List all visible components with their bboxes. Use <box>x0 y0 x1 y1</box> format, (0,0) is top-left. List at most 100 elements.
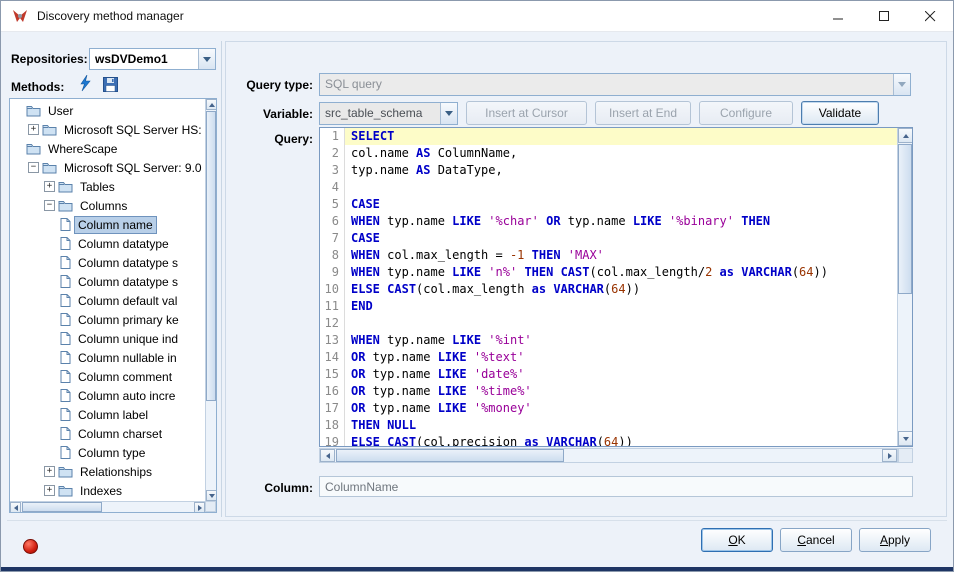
document-icon <box>60 313 71 326</box>
line-number: 13 <box>320 332 345 349</box>
apply-button[interactable]: Apply <box>859 528 931 552</box>
line-number: 17 <box>320 400 345 417</box>
tree-hscroll-thumb[interactable] <box>22 502 102 512</box>
tree-item-label: Column datatype s <box>75 255 181 271</box>
query-editor[interactable]: 1SELECT2col.name AS ColumnName,3typ.name… <box>319 127 913 447</box>
folder-icon <box>26 104 41 117</box>
code-line: 14OR typ.name LIKE '%text' <box>320 349 897 366</box>
document-icon <box>60 408 71 421</box>
tree-item[interactable]: +Tables <box>10 177 205 196</box>
tree-item[interactable]: +Indexes <box>10 481 205 500</box>
tree-item[interactable]: +Microsoft SQL Server HS: S <box>10 120 205 139</box>
expand-plus-icon[interactable]: + <box>28 124 39 135</box>
tree-item[interactable]: − Columns <box>10 196 205 215</box>
tree-item[interactable]: Column name <box>10 215 205 234</box>
document-icon <box>60 389 71 402</box>
tree-item-label: User <box>45 103 76 119</box>
tree-item[interactable]: Column label <box>10 405 205 424</box>
document-icon <box>60 351 71 364</box>
document-icon <box>60 332 71 345</box>
tree-vscroll-thumb[interactable] <box>206 111 216 401</box>
folder-icon <box>58 484 73 497</box>
validate-button[interactable]: Validate <box>801 101 879 125</box>
document-icon <box>60 446 71 459</box>
tree-item[interactable]: WhereScape <box>10 139 205 158</box>
code-text: WHEN typ.name LIKE '%int' <box>345 332 897 349</box>
refresh-methods-icon[interactable] <box>79 75 91 92</box>
expand-plus-icon[interactable]: + <box>44 181 55 192</box>
tree-horizontal-scrollbar[interactable] <box>10 501 205 512</box>
expand-plus-icon[interactable]: + <box>44 485 55 496</box>
tree-scroll-left-icon[interactable] <box>10 502 21 513</box>
tree-vertical-scrollbar[interactable] <box>205 99 216 501</box>
code-text: ELSE CAST(col.max_length as VARCHAR(64)) <box>345 281 897 298</box>
chevron-down-icon[interactable] <box>440 103 457 124</box>
chevron-down-icon[interactable] <box>198 49 215 69</box>
code-text: col.name AS ColumnName, <box>345 145 897 162</box>
line-number: 9 <box>320 264 345 281</box>
code-line: 13WHEN typ.name LIKE '%int' <box>320 332 897 349</box>
tree-item[interactable]: Column comment <box>10 367 205 386</box>
editor-scroll-up-icon[interactable] <box>898 128 913 143</box>
save-method-icon[interactable] <box>103 77 118 92</box>
tree-item[interactable]: User <box>10 101 205 120</box>
tree-item[interactable]: Column default val <box>10 291 205 310</box>
editor-scroll-right-icon[interactable] <box>882 449 897 462</box>
panel-divider <box>221 41 222 517</box>
line-number: 1 <box>320 128 345 145</box>
editor-vscroll-thumb[interactable] <box>898 144 912 294</box>
code-line: 16OR typ.name LIKE '%time%' <box>320 383 897 400</box>
ok-button[interactable]: OK <box>701 528 773 552</box>
tree-item[interactable]: Column datatype <box>10 234 205 253</box>
tree-item[interactable]: Column datatype s <box>10 253 205 272</box>
variable-select[interactable]: src_table_schema <box>319 102 458 125</box>
tree-item[interactable]: + Relationships <box>10 462 205 481</box>
tree-item-label: Relationships <box>77 464 155 480</box>
editor-scroll-down-icon[interactable] <box>898 431 913 446</box>
variable-buttons-row: Insert at CursorInsert at EndConfigureVa… <box>466 101 879 125</box>
line-number: 2 <box>320 145 345 162</box>
tree-item[interactable]: Column datatype s <box>10 272 205 291</box>
code-line: 10ELSE CAST(col.max_length as VARCHAR(64… <box>320 281 897 298</box>
cancel-button[interactable]: Cancel <box>780 528 852 552</box>
tree-item[interactable]: Column unique ind <box>10 329 205 348</box>
tree-item[interactable]: Column charset <box>10 424 205 443</box>
collapse-minus-icon[interactable]: − <box>44 200 55 211</box>
editor-hscroll-thumb[interactable] <box>336 449 564 462</box>
app-icon <box>11 8 29 24</box>
column-field[interactable]: ColumnName <box>319 476 913 497</box>
tree-item[interactable]: Column nullable in <box>10 348 205 367</box>
repositories-select[interactable]: wsDVDemo1 <box>89 48 216 70</box>
code-line: 2col.name AS ColumnName, <box>320 145 897 162</box>
tree-item-label: Columns <box>77 198 130 214</box>
editor-horizontal-scrollbar[interactable] <box>319 448 898 463</box>
tree-scroll-up-icon[interactable] <box>206 99 217 110</box>
tree-item[interactable]: −Microsoft SQL Server: 9.0 - <box>10 158 205 177</box>
document-icon <box>60 275 71 288</box>
editor-scroll-left-icon[interactable] <box>320 449 335 462</box>
code-line: 18THEN NULL <box>320 417 897 434</box>
tree-item-label: WhereScape <box>45 141 120 157</box>
collapse-minus-icon[interactable]: − <box>28 162 39 173</box>
tree-scroll-down-icon[interactable] <box>206 490 217 501</box>
code-text: OR typ.name LIKE '%time%' <box>345 383 897 400</box>
code-text <box>345 179 897 196</box>
tree-item-label: Column datatype s <box>75 274 181 290</box>
configure-button: Configure <box>699 101 793 125</box>
editor-vertical-scrollbar[interactable] <box>897 128 912 446</box>
tree-item-label: Column primary ke <box>75 312 182 328</box>
tree-item-label: Column unique ind <box>75 331 181 347</box>
maximize-button[interactable] <box>861 1 907 31</box>
close-button[interactable] <box>907 1 953 31</box>
tree-item[interactable]: Column auto incre <box>10 386 205 405</box>
line-number: 18 <box>320 417 345 434</box>
expand-plus-icon[interactable]: + <box>44 466 55 477</box>
minimize-button[interactable] <box>815 1 861 31</box>
code-text: SELECT <box>345 128 897 145</box>
line-number: 8 <box>320 247 345 264</box>
tree-item[interactable]: Column type <box>10 443 205 462</box>
tree-scroll-right-icon[interactable] <box>194 502 205 513</box>
line-number: 10 <box>320 281 345 298</box>
tree-item[interactable]: Column primary ke <box>10 310 205 329</box>
folder-icon <box>58 199 73 212</box>
